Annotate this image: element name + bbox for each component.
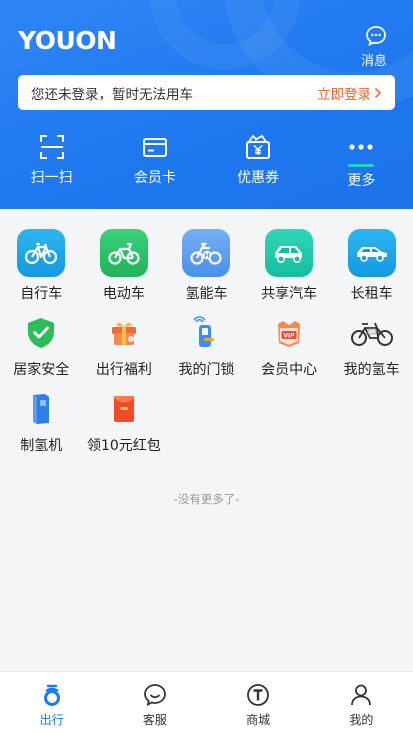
quick-member-card-button[interactable]: 会员卡	[103, 133, 206, 190]
login-now-label: 立即登录	[317, 86, 371, 103]
app-logo: YOUON	[18, 26, 117, 55]
service-label: 自行车	[20, 286, 63, 302]
quick-member-card-label: 会员卡	[133, 170, 176, 186]
hydrogen-generator-icon	[17, 389, 65, 429]
no-more-text: -没有更多了-	[173, 492, 240, 506]
profile-icon	[351, 684, 372, 706]
card-icon	[142, 138, 167, 157]
service-label: 氢能车	[185, 286, 228, 302]
service-long-rental[interactable]: 长租车	[330, 229, 413, 313]
login-now-link[interactable]: 立即登录	[317, 83, 382, 103]
quick-more-label: 更多	[347, 173, 376, 189]
message-label: 消息	[360, 54, 387, 69]
service-hydrogen-generator[interactable]: 制氢机	[0, 389, 83, 465]
service-label: 我的氢车	[343, 362, 400, 378]
service-home-security[interactable]: 居家安全	[0, 313, 83, 389]
tab-customer-service[interactable]: 客服	[103, 672, 206, 734]
customer-service-icon	[143, 684, 166, 707]
service-travel-welfare[interactable]: 出行福利	[83, 313, 166, 389]
service-label: 共享汽车	[261, 286, 318, 302]
svg-text:VIP: VIP	[283, 332, 295, 339]
service-ebike[interactable]: 电动车	[83, 229, 166, 313]
tab-profile[interactable]: 我的	[310, 672, 413, 734]
service-my-door-lock[interactable]: 我的门锁	[165, 313, 248, 389]
bicycle-icon	[17, 229, 66, 277]
mall-icon	[247, 684, 270, 706]
service-label: 电动车	[102, 286, 145, 302]
quick-coupon-label: 优惠券	[237, 170, 280, 186]
tab-label: 客服	[142, 713, 167, 727]
shared-car-icon	[265, 229, 314, 277]
service-label: 出行福利	[95, 362, 152, 378]
service-member-center[interactable]: VIP 会员中心	[248, 313, 331, 389]
svg-text:H: H	[205, 252, 210, 260]
coupon-icon	[246, 134, 271, 159]
message-button[interactable]: 消息	[361, 25, 391, 69]
travel-icon	[43, 684, 60, 706]
tab-travel[interactable]: 出行	[0, 672, 103, 734]
header: YOUON 消息 您还未登录，暂时无法用车 立即登录 扫一扫 会员卡 优惠券 更…	[0, 0, 413, 209]
quick-coupon-button[interactable]: 优惠券	[207, 133, 310, 190]
scan-icon	[39, 135, 64, 159]
service-bicycle[interactable]: 自行车	[0, 229, 83, 313]
tab-label: 我的	[349, 713, 374, 727]
hydrogen-bike-icon: H	[182, 229, 231, 277]
tab-label: 出行	[39, 713, 64, 727]
service-shared-car[interactable]: 共享汽车	[248, 229, 331, 313]
vip-icon: VIP	[265, 313, 313, 353]
service-hydrogen-bike[interactable]: H 氢能车	[165, 229, 248, 313]
tab-label: 商城	[246, 713, 271, 727]
shield-check-icon	[17, 313, 65, 353]
service-label: 长租车	[350, 286, 393, 302]
ebike-icon	[99, 229, 148, 277]
service-label: 我的门锁	[178, 362, 235, 378]
red-envelope-icon	[100, 389, 148, 429]
my-hydrogen-bike-icon	[348, 313, 396, 353]
service-label: 领10元红包	[86, 438, 161, 454]
login-status-text: 您还未登录，暂时无法用车	[31, 86, 193, 103]
more-icon	[349, 144, 373, 150]
login-bar[interactable]: 您还未登录，暂时无法用车 立即登录	[18, 75, 395, 110]
service-label: 会员中心	[261, 362, 318, 378]
service-grid: 自行车 电动车 H 氢能车 共享汽车 长租车 居家安全 出行福利 我的门锁 VI…	[0, 229, 413, 465]
quick-more-button[interactable]: 更多	[310, 133, 413, 190]
gift-icon	[100, 313, 148, 353]
message-icon	[366, 26, 386, 47]
door-lock-icon	[182, 313, 230, 353]
service-label: 制氢机	[20, 438, 63, 454]
rental-car-icon	[347, 229, 396, 277]
more-active-indicator	[348, 164, 375, 167]
service-my-hydrogen-bike[interactable]: 我的氢车	[330, 313, 413, 389]
quick-scan-button[interactable]: 扫一扫	[0, 133, 103, 190]
service-red-envelope[interactable]: 领10元红包	[83, 389, 166, 465]
tab-mall[interactable]: 商城	[207, 672, 310, 734]
bottom-tab-bar: 出行 客服 商城 我的	[0, 671, 413, 734]
quick-actions: 扫一扫 会员卡 优惠券 更多	[0, 133, 413, 190]
quick-scan-label: 扫一扫	[30, 170, 73, 186]
chevron-right-icon	[374, 87, 382, 98]
service-label: 居家安全	[13, 362, 70, 378]
